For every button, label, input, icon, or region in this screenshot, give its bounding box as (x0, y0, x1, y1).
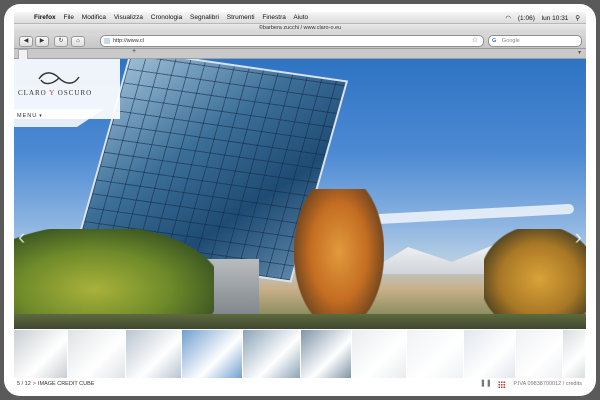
thumbnail-strip (14, 330, 586, 378)
hero-image: CLARO Y OSCURO MENU ▾ ‹ › (14, 59, 586, 329)
logo-text[interactable]: CLARO Y OSCURO (18, 89, 92, 97)
thumbnail-9[interactable] (464, 330, 516, 378)
menu-segnalibri[interactable]: Segnalibri (190, 14, 219, 21)
pause-icon[interactable]: ❚❚ (480, 380, 492, 388)
google-icon[interactable]: G (492, 36, 496, 46)
grid-view-icon[interactable] (498, 381, 505, 388)
new-tab-button[interactable]: + (132, 48, 136, 55)
site-menu-button[interactable]: MENU ▾ (17, 113, 43, 119)
url-text: http://www.cl (113, 38, 144, 44)
search-placeholder: Google (502, 38, 520, 44)
next-slide-arrow[interactable]: › (575, 224, 582, 250)
mac-menubar: Firefox File Modifica Visualizza Cronolo… (14, 12, 586, 24)
logo-word-y: Y (49, 89, 56, 97)
autumn-tree-center (294, 189, 384, 329)
gallery-footer: 5 / 12 > IMAGE CREDIT CUBE ❚❚ P.IVA 098387… (14, 378, 586, 390)
browser-toolbar: ◀ ▶ ↻ ⌂ http://www.cl ☆ G Google (14, 33, 586, 49)
prev-slide-arrow[interactable]: ‹ (18, 224, 25, 250)
tab-current[interactable] (18, 49, 28, 59)
clock[interactable]: lun 10:31 (542, 15, 569, 22)
slide-counter: 5 / 12 > IMAGE CREDIT CUBE (17, 378, 94, 390)
thumbnail-10[interactable] (515, 330, 564, 378)
thumbnail-3[interactable] (126, 330, 183, 378)
window-titlebar: ©barbera zucchi / www.claro-o.eu (14, 24, 586, 33)
ground (14, 314, 586, 329)
thumbnail-4[interactable] (182, 330, 244, 378)
thumbnail-7[interactable] (352, 330, 407, 378)
chevron-down-icon: ▾ (39, 113, 43, 119)
thumbnail-11[interactable] (563, 330, 586, 378)
thumbnail-2[interactable] (68, 330, 127, 378)
thumbnail-1[interactable] (14, 330, 69, 378)
menu-label: MENU (17, 113, 38, 119)
menu-file[interactable]: File (63, 14, 73, 21)
menu-finestra[interactable]: Finestra (262, 14, 285, 21)
logo-infinity-icon[interactable] (36, 71, 82, 85)
wifi-icon[interactable]: ◠ (505, 15, 511, 22)
thumbnail-8[interactable] (406, 330, 465, 378)
thumbnail-5[interactable] (243, 330, 302, 378)
back-button[interactable]: ◀ (19, 36, 33, 47)
menu-modifica[interactable]: Modifica (82, 14, 106, 21)
tab-strip: + ▾ (14, 48, 586, 59)
image-caption: IMAGE CREDIT CUBE (37, 381, 95, 387)
menu-cronologia[interactable]: Cronologia (151, 14, 182, 21)
reload-button[interactable]: ↻ (54, 36, 68, 47)
forward-button[interactable]: ▶ (35, 36, 49, 47)
menu-visualizza[interactable]: Visualizza (114, 14, 143, 21)
cloud (373, 203, 575, 225)
tab-list-icon[interactable]: ▾ (578, 49, 581, 56)
piva-credits[interactable]: P.IVA 09838700012 / credits (513, 378, 582, 390)
bookmark-star-icon[interactable]: ☆ (472, 36, 478, 46)
window-title: ©barbera zucchi / www.claro-o.eu (258, 25, 342, 31)
menu-app-firefox[interactable]: Firefox (34, 14, 56, 21)
logo-word-claro: CLARO (18, 89, 47, 97)
menubar-status: ◠ (1:06) lun 10:31 ⚲ (500, 14, 580, 22)
menubar-items: Firefox File Modifica Visualizza Cronolo… (34, 14, 314, 21)
menu-aiuto[interactable]: Aiuto (293, 14, 308, 21)
slide-counter-text: 5 / 12 (17, 381, 31, 387)
caption-marker: > (32, 381, 36, 387)
web-page: CLARO Y OSCURO MENU ▾ ‹ › 5 / 12 > IMAGE CR… (14, 59, 586, 390)
battery-status[interactable]: (1:06) (518, 15, 535, 22)
favicon-icon (104, 38, 110, 44)
thumbnail-6[interactable] (301, 330, 353, 378)
spotlight-icon[interactable]: ⚲ (575, 15, 580, 22)
logo-word-oscuro: OSCURO (57, 89, 93, 97)
device-frame: Firefox File Modifica Visualizza Cronolo… (4, 4, 596, 396)
search-bar[interactable]: G Google (488, 35, 582, 47)
home-button[interactable]: ⌂ (71, 36, 85, 47)
menu-strumenti[interactable]: Strumenti (227, 14, 255, 21)
url-bar[interactable]: http://www.cl ☆ (100, 35, 484, 47)
screen: Firefox File Modifica Visualizza Cronolo… (14, 12, 586, 390)
